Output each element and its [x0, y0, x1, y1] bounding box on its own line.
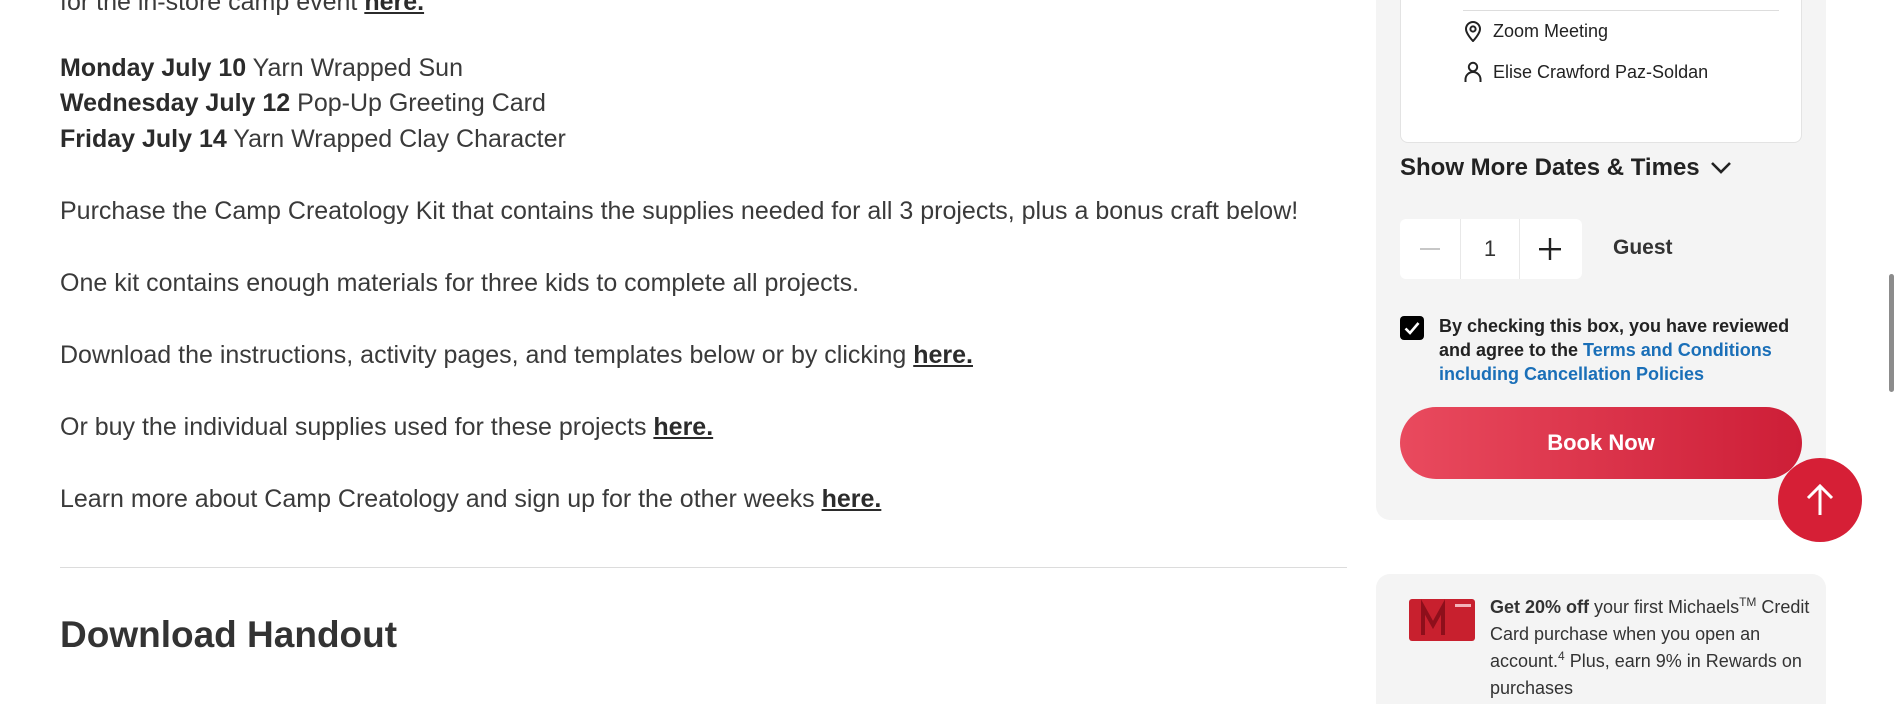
- learn-link[interactable]: here.: [822, 485, 882, 513]
- promo-text-1: your first Michaels: [1589, 597, 1740, 617]
- location-pin-icon: [1464, 21, 1482, 42]
- credit-card-image: [1409, 599, 1475, 641]
- schedule-day: Monday July 10: [60, 54, 247, 82]
- schedule-day: Friday July 14: [60, 125, 227, 153]
- promo-bold: Get 20% off: [1490, 597, 1590, 617]
- checkmark-icon: [1404, 322, 1420, 335]
- arrow-up-icon: [1806, 483, 1834, 515]
- trademark-mark: TM: [1739, 595, 1757, 609]
- event-details-card: Zoom Meeting Elise Crawford Paz-Soldan: [1400, 0, 1802, 143]
- schedule-project: Pop-Up Greeting Card: [290, 89, 546, 117]
- person-icon: [1464, 61, 1482, 82]
- download-text: Download the instructions, activity page…: [60, 341, 914, 369]
- kit-text: One kit contains enough materials for th…: [60, 269, 860, 297]
- page-scrollbar[interactable]: [1889, 274, 1894, 392]
- download-link[interactable]: here.: [913, 341, 973, 369]
- quantity-stepper: 1: [1400, 219, 1582, 279]
- purchase-text: Purchase the Camp Creatology Kit that co…: [60, 197, 1299, 225]
- camp-event-text: for the in-store camp event: [60, 0, 365, 16]
- terms-text: By checking this box, you have reviewed …: [1439, 314, 1819, 386]
- download-handout-heading: Download Handout: [60, 614, 398, 655]
- show-more-label: Show More Dates & Times: [1400, 154, 1700, 181]
- buy-link[interactable]: here.: [653, 413, 713, 441]
- plus-icon: [1539, 238, 1561, 260]
- back-to-top-button[interactable]: [1778, 458, 1862, 542]
- location-text: Zoom Meeting: [1493, 20, 1609, 41]
- instructor-row: Elise Crawford Paz-Soldan: [1463, 61, 1708, 83]
- card-divider: [1463, 10, 1779, 11]
- learn-text: Learn more about Camp Creatology and sig…: [60, 485, 822, 513]
- camp-event-line: for the in-store camp event here.: [60, 0, 424, 18]
- quantity-value[interactable]: 1: [1460, 219, 1520, 279]
- promo-text: Get 20% off your first MichaelsTM Credit…: [1490, 594, 1810, 702]
- divider: [60, 567, 1347, 568]
- guest-label: Guest: [1613, 236, 1673, 259]
- download-line: Download the instructions, activity page…: [60, 339, 973, 371]
- location-row: Zoom Meeting: [1463, 20, 1608, 42]
- camp-event-link[interactable]: here.: [364, 0, 424, 16]
- show-more-dates-button[interactable]: Show More Dates & Times: [1400, 154, 1732, 182]
- schedule-item-wednesday: Wednesday July 12 Pop-Up Greeting Card: [60, 87, 546, 119]
- chevron-down-icon: [1710, 162, 1731, 174]
- buy-text: Or buy the individual supplies used for …: [60, 413, 654, 441]
- schedule-project: Yarn Wrapped Sun: [246, 54, 463, 82]
- decrement-button[interactable]: [1400, 219, 1460, 279]
- booking-panel: Zoom Meeting Elise Crawford Paz-Soldan S…: [1376, 0, 1826, 520]
- terms-checkbox[interactable]: [1400, 316, 1424, 340]
- footnote-mark: 4: [1558, 649, 1565, 663]
- learn-line: Learn more about Camp Creatology and sig…: [60, 483, 881, 515]
- buy-line: Or buy the individual supplies used for …: [60, 411, 713, 443]
- book-now-button[interactable]: Book Now: [1400, 407, 1802, 479]
- schedule-day: Wednesday July 12: [60, 89, 291, 117]
- credit-card-promo: Get 20% off your first MichaelsTM Credit…: [1376, 574, 1826, 704]
- instructor-text: Elise Crawford Paz-Soldan: [1493, 61, 1709, 82]
- schedule-project: Yarn Wrapped Clay Character: [226, 125, 566, 153]
- minus-icon: [1420, 248, 1440, 250]
- increment-button[interactable]: [1520, 219, 1580, 279]
- schedule-item-monday: Monday July 10 Yarn Wrapped Sun: [60, 52, 463, 84]
- schedule-item-friday: Friday July 14 Yarn Wrapped Clay Charact…: [60, 123, 566, 155]
- michaels-logo-icon: [1421, 599, 1471, 635]
